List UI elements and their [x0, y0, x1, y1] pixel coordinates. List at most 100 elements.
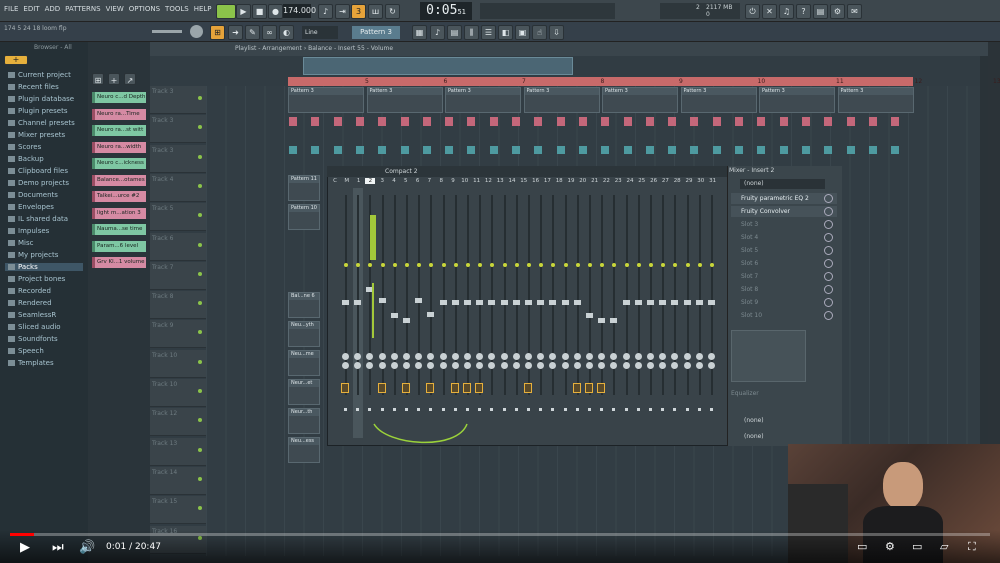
channel-rack-icon[interactable]: ▤	[447, 25, 462, 40]
fx-slot-mix-knob[interactable]	[824, 207, 833, 216]
track-clip[interactable]: Neur...et	[288, 379, 320, 405]
eq-curve-view[interactable]	[731, 330, 806, 382]
save-tool-icon[interactable]: ⇩	[549, 25, 564, 40]
menu-options[interactable]: OPTIONS	[129, 5, 160, 13]
cast-icon[interactable]: ▱	[940, 540, 948, 553]
fx-slot-mix-knob[interactable]	[824, 233, 833, 242]
fx-slot-mix-knob[interactable]	[824, 220, 833, 229]
automation-clip[interactable]	[445, 146, 454, 154]
automation-clip[interactable]	[690, 146, 699, 154]
browser-item[interactable]: My projects	[8, 251, 58, 259]
automation-clip[interactable]	[355, 117, 364, 126]
loop-record-icon[interactable]: ↻	[385, 4, 400, 19]
automation-clip[interactable]	[690, 117, 699, 126]
pattern-selector[interactable]: Pattern 3	[352, 26, 400, 39]
automation-clip[interactable]	[422, 117, 431, 126]
browser-item[interactable]: Current project	[8, 71, 71, 79]
automation-clip[interactable]	[400, 146, 409, 154]
link-icon[interactable]: ∞	[262, 25, 277, 40]
volume-icon[interactable]: 🔊	[79, 540, 95, 555]
automation-clip[interactable]	[846, 146, 855, 154]
automation-clip[interactable]	[355, 146, 364, 154]
automation-clip[interactable]	[378, 146, 387, 154]
fx-slot[interactable]: Slot 3	[731, 219, 837, 230]
pattern-clip[interactable]: Pattern 3	[680, 87, 757, 113]
automation-clip[interactable]	[779, 117, 788, 126]
overview-scroller[interactable]	[303, 57, 573, 75]
fx-slot-mix-knob[interactable]	[824, 285, 833, 294]
snap-select[interactable]: Line	[302, 26, 338, 39]
pattern-clip[interactable]: Pattern 3	[602, 87, 678, 113]
automation-clip[interactable]	[556, 146, 565, 154]
automation-clip[interactable]	[757, 146, 766, 154]
play-icon[interactable]: ▶	[20, 540, 30, 555]
channel-button[interactable]: Balance...otames	[92, 174, 146, 186]
pattern-clip[interactable]: Pattern 3	[837, 87, 914, 113]
track-header[interactable]: Track 3	[150, 144, 206, 173]
track-header[interactable]: Track 3	[150, 86, 206, 114]
automation-clip[interactable]	[645, 117, 654, 126]
play-button[interactable]: ▶	[236, 4, 251, 19]
fx-slot[interactable]: Slot 8	[731, 284, 837, 295]
browser-item[interactable]: Recorded	[8, 287, 51, 295]
master-pitch-knob[interactable]	[190, 25, 203, 38]
automation-clip[interactable]	[891, 117, 900, 126]
stop-button[interactable]: ■	[252, 4, 267, 19]
miniplayer-icon[interactable]: ▭	[912, 540, 922, 553]
pattern-song-toggle[interactable]	[216, 4, 236, 19]
browser-item[interactable]: Plugin presets	[8, 107, 67, 115]
automation-clip[interactable]	[378, 117, 387, 126]
automation-clip[interactable]	[846, 117, 855, 126]
menu-help[interactable]: HELP	[194, 5, 212, 13]
insert-output-1[interactable]: (none)	[740, 417, 838, 427]
project-icon[interactable]: ▣	[515, 25, 530, 40]
track-header[interactable]: Track 14	[150, 466, 206, 495]
next-icon[interactable]: ⏭	[52, 540, 64, 555]
channel-button[interactable]: Neuro ra...st witt	[92, 125, 146, 136]
pattern-clip[interactable]: Pattern 3	[288, 87, 364, 113]
browser-item[interactable]: Documents	[8, 191, 58, 199]
browser-item[interactable]: IL shared data	[8, 215, 68, 223]
track-clip[interactable]: Neu...me	[288, 350, 320, 376]
automation-clip[interactable]	[534, 146, 543, 154]
menu-tools[interactable]: TOOLS	[165, 5, 189, 13]
snap-icon[interactable]: ➜	[228, 25, 243, 40]
automation-clip[interactable]	[311, 117, 320, 126]
draw-icon[interactable]: ✎	[245, 25, 260, 40]
browser-item[interactable]: SeamlessR	[8, 311, 56, 319]
automation-clip[interactable]	[601, 146, 610, 154]
channel-button[interactable]: Neuro c...ickness	[92, 158, 146, 169]
master-volume-slider[interactable]	[152, 30, 182, 33]
help-icon[interactable]: ?	[796, 4, 811, 19]
channel-button[interactable]: Grv Kl...1 volume	[92, 257, 146, 268]
browser-item[interactable]: Impulses	[8, 227, 49, 235]
automation-clip[interactable]	[333, 117, 342, 126]
fx-slot[interactable]: Slot 6	[731, 258, 837, 269]
track-header[interactable]: Track 4	[150, 173, 206, 202]
fx-slot[interactable]: Slot 4	[731, 232, 837, 243]
automation-clip[interactable]	[668, 117, 677, 126]
browser-item[interactable]: Sliced audio	[8, 323, 61, 331]
automation-clip[interactable]	[712, 146, 721, 154]
browser-item[interactable]: Mixer presets	[8, 131, 65, 139]
automation-clip[interactable]	[645, 146, 654, 154]
wait-input-icon[interactable]: ⇥	[335, 4, 350, 19]
fx-slot[interactable]: Slot 10	[731, 310, 837, 321]
automation-clip[interactable]	[868, 117, 877, 126]
browser-item[interactable]: Project bones	[8, 275, 65, 283]
fullscreen-icon[interactable]: ⛶	[968, 540, 976, 554]
browser-icon[interactable]: ☰	[481, 25, 496, 40]
pattern-clip[interactable]: Pattern 3	[445, 87, 521, 113]
step-edit-icon[interactable]: ш	[368, 4, 383, 19]
track-header[interactable]: Track 5	[150, 203, 206, 232]
browser-item[interactable]: Envelopes	[8, 203, 54, 211]
automation-clip[interactable]	[735, 117, 743, 126]
automation-clip[interactable]	[333, 146, 342, 154]
automation-clip[interactable]	[512, 146, 520, 154]
track-header[interactable]: Track 12	[150, 408, 206, 437]
channel-button[interactable]: Neuro ra...width	[92, 141, 146, 153]
channel-button[interactable]: Talkei...urce #2	[92, 191, 146, 202]
track-header[interactable]: Track 10	[150, 379, 206, 407]
track-clip[interactable]: Neur...th	[288, 408, 320, 434]
automation-clip[interactable]	[289, 146, 297, 154]
